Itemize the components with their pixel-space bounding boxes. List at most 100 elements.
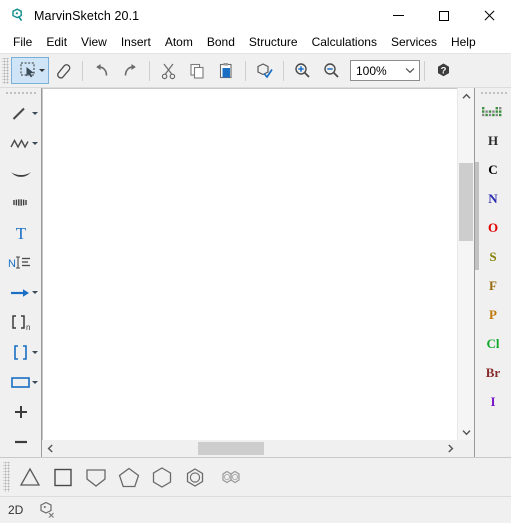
svg-text:T: T	[15, 224, 26, 243]
menu-view[interactable]: View	[74, 33, 114, 51]
menu-services[interactable]: Services	[384, 33, 444, 51]
vertical-scrollbar[interactable]	[457, 88, 474, 440]
redo-button[interactable]	[116, 57, 145, 84]
zoom-in-button[interactable]	[288, 57, 317, 84]
rectangle-tool[interactable]	[2, 368, 40, 398]
decrease-charge-tool[interactable]	[2, 427, 40, 457]
scroll-down-button[interactable]	[458, 424, 474, 440]
menu-atom[interactable]: Atom	[158, 33, 200, 51]
hexagon-x-icon[interactable]	[37, 500, 57, 520]
svg-text:N: N	[8, 258, 16, 270]
chain-tool[interactable]	[2, 129, 40, 159]
menu-bar: File Edit View Insert Atom Bond Structur…	[0, 31, 511, 54]
copy-button[interactable]	[183, 57, 212, 84]
element-button-n[interactable]: N	[476, 184, 510, 213]
increase-charge-tool[interactable]	[2, 397, 40, 427]
element-button-i[interactable]: I	[476, 387, 510, 416]
reaction-arrow-dropdown-arrow[interactable]	[31, 291, 38, 295]
status-bar: 2D	[0, 496, 511, 523]
rectangle-dropdown-arrow[interactable]	[31, 380, 38, 384]
window-controls	[376, 0, 511, 31]
element-button-p[interactable]: P	[476, 300, 510, 329]
element-button-br[interactable]: Br	[476, 358, 510, 387]
scroll-left-button[interactable]	[42, 441, 58, 457]
chevron-down-icon	[401, 67, 419, 74]
paste-button[interactable]	[212, 57, 241, 84]
vertical-scroll-track[interactable]	[458, 104, 474, 424]
close-button[interactable]	[466, 0, 511, 31]
periodic-table-button[interactable]	[476, 97, 510, 126]
horizontal-scroll-thumb[interactable]	[198, 442, 264, 455]
menu-calculations[interactable]: Calculations	[305, 33, 384, 51]
atom-label-tool[interactable]: N	[2, 248, 40, 278]
cyclopropane-template[interactable]	[13, 461, 46, 493]
toolbar-separator-3	[245, 60, 246, 81]
menu-edit[interactable]: Edit	[39, 33, 74, 51]
template-toolbar-grip[interactable]	[3, 462, 10, 492]
element-palette-grip[interactable]	[479, 90, 507, 96]
cut-button[interactable]	[154, 57, 183, 84]
toolbar-separator-1	[82, 60, 83, 81]
title-bar: MarvinSketch 20.1	[0, 0, 511, 31]
element-palette: H C N O S F P Cl Br I	[474, 88, 511, 457]
element-button-o[interactable]: O	[476, 213, 510, 242]
svg-text:n: n	[26, 323, 30, 332]
cyclobutane-template[interactable]	[46, 461, 79, 493]
zoom-out-button[interactable]	[317, 57, 346, 84]
element-button-h[interactable]: H	[476, 126, 510, 155]
undo-button[interactable]	[87, 57, 116, 84]
maximize-icon	[438, 10, 449, 21]
menu-help[interactable]: Help	[444, 33, 483, 51]
element-button-s[interactable]: S	[476, 242, 510, 271]
toolbar-separator-4	[283, 60, 284, 81]
canvas-area	[42, 88, 474, 457]
select-tool-dropdown-arrow[interactable]	[39, 69, 45, 72]
cyclohexane-template[interactable]	[145, 461, 178, 493]
chain-dropdown-arrow[interactable]	[31, 141, 38, 145]
element-button-c[interactable]: C	[476, 155, 510, 184]
toolbar-separator-2	[149, 60, 150, 81]
horizontal-scrollbar[interactable]	[42, 440, 474, 457]
toolbar-grip[interactable]	[2, 57, 9, 84]
scroll-right-button[interactable]	[442, 441, 458, 457]
window-title: MarvinSketch 20.1	[34, 8, 140, 23]
svg-text:?: ?	[441, 65, 447, 76]
element-button-cl[interactable]: Cl	[476, 329, 510, 358]
marvin-logo-icon	[10, 8, 25, 23]
menu-insert[interactable]: Insert	[114, 33, 158, 51]
menu-bond[interactable]: Bond	[200, 33, 242, 51]
benzene-template[interactable]	[178, 461, 211, 493]
hash-bond-tool[interactable]	[2, 189, 40, 219]
text-tool[interactable]: T	[2, 218, 40, 248]
vertical-scroll-thumb[interactable]	[459, 163, 473, 241]
menu-file[interactable]: File	[6, 33, 39, 51]
select-tool[interactable]	[11, 57, 49, 84]
bracket-tool[interactable]	[2, 338, 40, 368]
horizontal-scroll-track[interactable]	[58, 441, 442, 456]
zoom-level-select[interactable]: 100%	[350, 60, 420, 81]
maximize-button[interactable]	[421, 0, 466, 31]
bracket-dropdown-arrow[interactable]	[31, 350, 38, 354]
menu-structure[interactable]: Structure	[242, 33, 305, 51]
help-button[interactable]: ?	[429, 57, 458, 84]
drawing-canvas[interactable]	[42, 88, 457, 440]
cyclopentadiene-template[interactable]	[79, 461, 112, 493]
main-toolbar: 100% ?	[0, 54, 511, 88]
scroll-up-button[interactable]	[458, 88, 474, 104]
title-bar-left: MarvinSketch 20.1	[0, 8, 139, 23]
left-toolbar-grip[interactable]	[4, 90, 37, 96]
eraser-tool[interactable]	[49, 57, 78, 84]
minimize-icon	[393, 15, 404, 16]
single-bond-dropdown-arrow[interactable]	[31, 111, 38, 115]
single-bond-tool[interactable]	[2, 99, 40, 129]
wedge-bond-tool[interactable]	[2, 159, 40, 189]
element-palette-scroll-indicator[interactable]	[475, 162, 479, 270]
element-button-f[interactable]: F	[476, 271, 510, 300]
naphthalene-template[interactable]	[211, 461, 251, 493]
minimize-button[interactable]	[376, 0, 421, 31]
canvas-row	[42, 88, 474, 440]
cyclopentane-template[interactable]	[112, 461, 145, 493]
structure-check-button[interactable]	[250, 57, 279, 84]
reaction-arrow-tool[interactable]	[2, 278, 40, 308]
polymer-bracket-tool[interactable]: n	[2, 308, 40, 338]
